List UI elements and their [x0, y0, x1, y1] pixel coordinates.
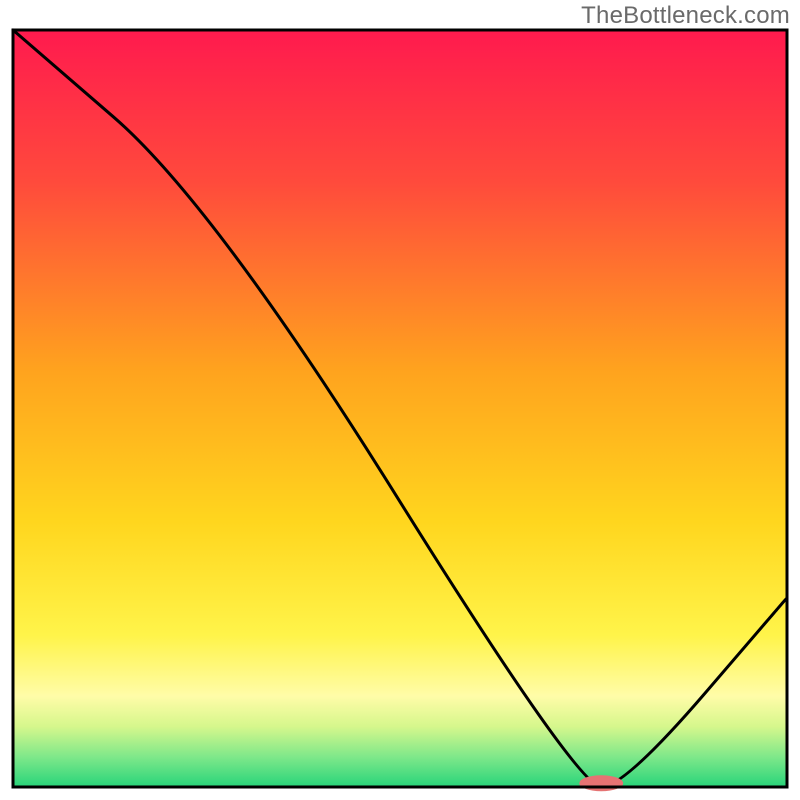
- bottleneck-chart: [0, 0, 800, 800]
- optimal-marker: [579, 775, 623, 791]
- plot-background: [13, 30, 787, 787]
